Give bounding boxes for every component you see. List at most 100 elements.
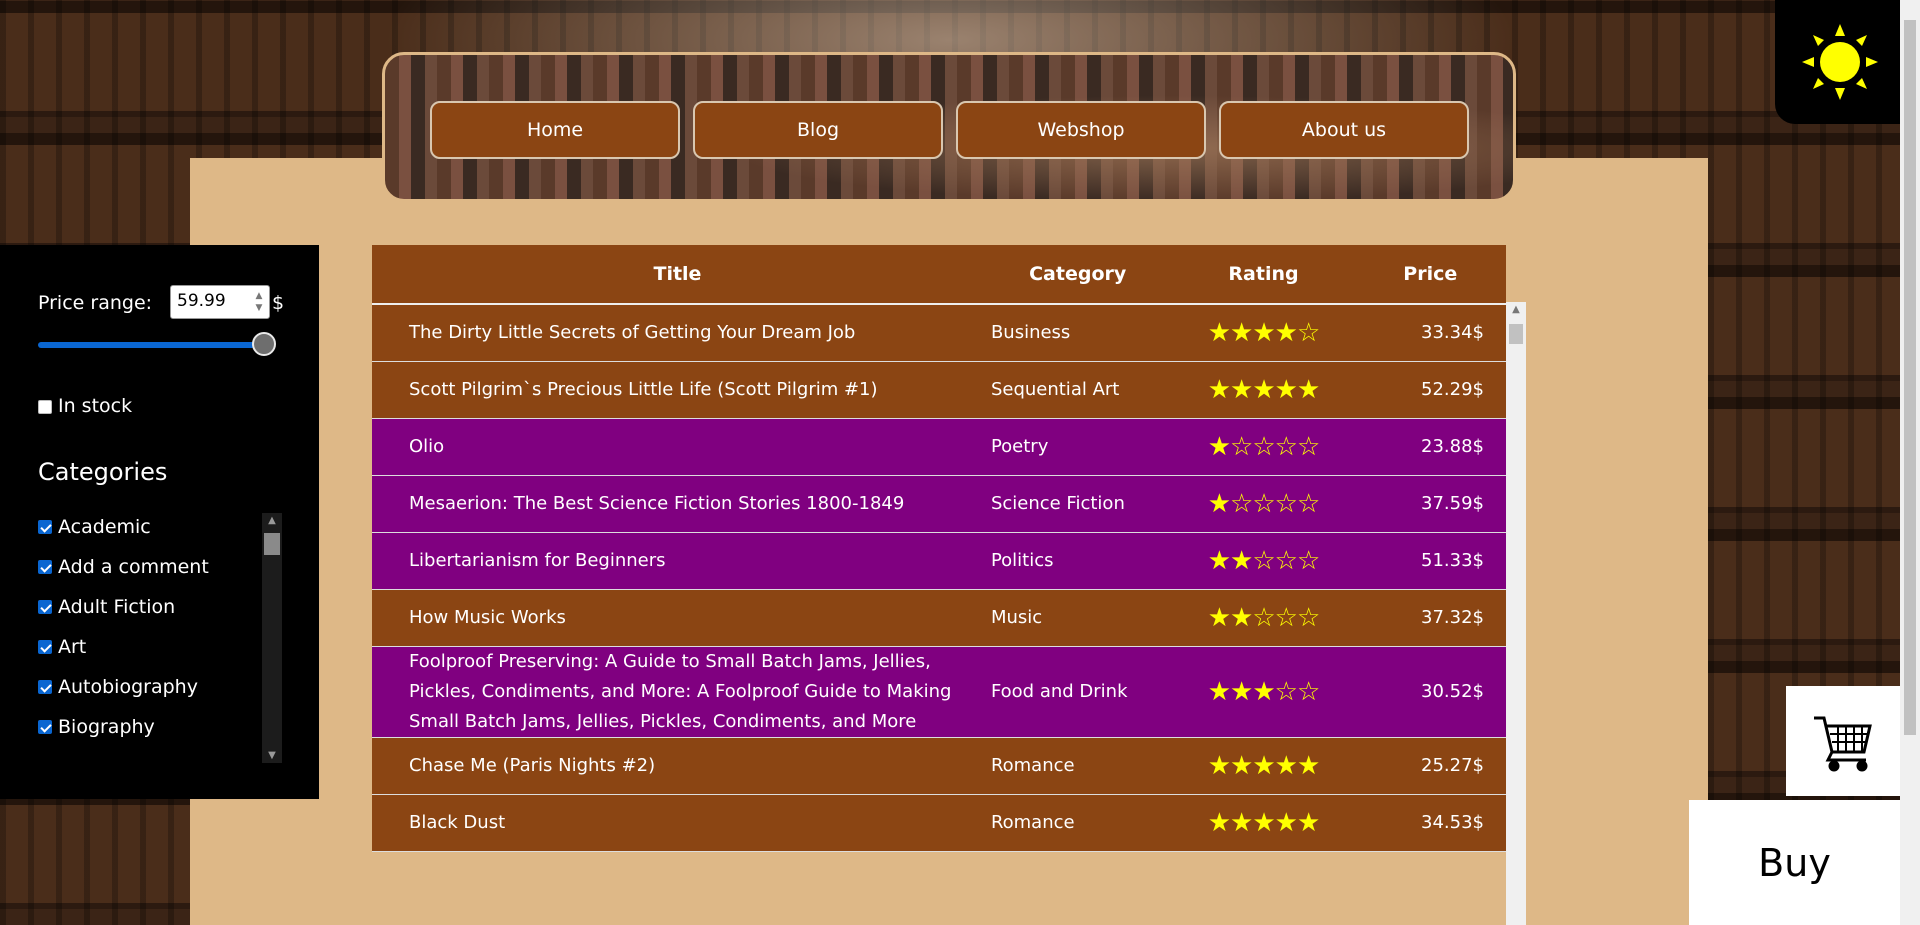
book-title: How Music Works bbox=[372, 589, 983, 647]
table-scrollbar[interactable]: ▲ bbox=[1506, 302, 1526, 925]
theme-toggle-button[interactable] bbox=[1775, 0, 1905, 124]
table-row[interactable]: Black Dust Romance ★★★★★ 34.53$ bbox=[372, 794, 1506, 852]
book-category: Romance bbox=[982, 794, 1173, 852]
star-rating-icon: ★★☆☆☆ bbox=[1207, 545, 1321, 576]
table-row[interactable]: Mesaerion: The Best Science Fiction Stor… bbox=[372, 475, 1506, 533]
book-rating: ★★★★★ bbox=[1172, 794, 1355, 852]
book-category: Politics bbox=[982, 532, 1173, 590]
book-title: Libertarianism for Beginners bbox=[372, 532, 983, 590]
book-price: 51.33$ bbox=[1354, 532, 1506, 590]
book-category: Science Fiction bbox=[982, 475, 1173, 533]
book-rating: ★☆☆☆☆ bbox=[1172, 418, 1355, 476]
price-slider-track[interactable] bbox=[38, 342, 264, 348]
price-range-label: Price range: bbox=[38, 292, 153, 314]
book-category: Business bbox=[982, 304, 1173, 362]
buy-button[interactable]: Buy bbox=[1689, 800, 1900, 925]
category-item-adult-fiction[interactable]: Adult Fiction bbox=[38, 587, 278, 627]
book-title: Mesaerion: The Best Science Fiction Stor… bbox=[372, 475, 983, 533]
book-price: 34.53$ bbox=[1354, 794, 1506, 852]
table-row[interactable]: Foolproof Preserving: A Guide to Small B… bbox=[372, 646, 1506, 738]
book-title: The Dirty Little Secrets of Getting Your… bbox=[372, 304, 983, 362]
category-scroll-thumb[interactable] bbox=[264, 533, 280, 555]
table-row[interactable]: Chase Me (Paris Nights #2) Romance ★★★★★ 25… bbox=[372, 737, 1506, 795]
book-price: 23.88$ bbox=[1354, 418, 1506, 476]
book-title: Foolproof Preserving: A Guide to Small B… bbox=[372, 646, 983, 738]
star-rating-icon: ★★★★★ bbox=[1207, 374, 1321, 405]
category-checkbox[interactable] bbox=[38, 720, 52, 734]
table-row[interactable]: How Music Works Music ★★☆☆☆ 37.32$ bbox=[372, 589, 1506, 647]
cart-button[interactable] bbox=[1786, 686, 1900, 796]
book-price: 37.32$ bbox=[1354, 589, 1506, 647]
currency-label: $ bbox=[272, 292, 285, 314]
table-row[interactable]: Olio Poetry ★☆☆☆☆ 23.88$ bbox=[372, 418, 1506, 476]
table-scroll-thumb[interactable] bbox=[1509, 324, 1523, 344]
filter-sidebar: Price range: 59.99 ▲ ▼ $ In stock Categor… bbox=[0, 245, 319, 799]
books-table-container: Title Category Rating Price The Dirty Li… bbox=[372, 245, 1506, 925]
book-price: 30.52$ bbox=[1354, 646, 1506, 738]
book-title: Olio bbox=[372, 418, 983, 476]
categories-heading: Categories bbox=[38, 458, 168, 486]
book-category: Sequential Art bbox=[982, 361, 1173, 419]
in-stock-label: In stock bbox=[58, 395, 133, 417]
book-rating: ★★☆☆☆ bbox=[1172, 589, 1355, 647]
category-item-art[interactable]: Art bbox=[38, 627, 278, 667]
column-header-price[interactable]: Price bbox=[1354, 245, 1506, 305]
scroll-up-icon[interactable]: ▲ bbox=[262, 515, 282, 526]
category-item-autobiography[interactable]: Autobiography bbox=[38, 667, 278, 707]
column-header-category[interactable]: Category bbox=[982, 245, 1173, 305]
nav-blog-button[interactable]: Blog bbox=[693, 101, 943, 159]
category-label: Biography bbox=[58, 716, 155, 738]
book-rating: ★★★★★ bbox=[1172, 737, 1355, 795]
category-scrollbar[interactable]: ▲ ▼ bbox=[262, 513, 282, 763]
star-rating-icon: ★★★★★ bbox=[1207, 807, 1321, 838]
category-checkbox[interactable] bbox=[38, 600, 52, 614]
in-stock-checkbox[interactable] bbox=[38, 399, 52, 414]
book-title: Black Dust bbox=[372, 794, 983, 852]
table-row[interactable]: Scott Pilgrim`s Precious Little Life (Sc… bbox=[372, 361, 1506, 419]
book-price: 33.34$ bbox=[1354, 304, 1506, 362]
nav-home-button[interactable]: Home bbox=[430, 101, 680, 159]
scroll-down-icon[interactable]: ▼ bbox=[262, 750, 282, 761]
in-stock-filter[interactable]: In stock bbox=[38, 395, 132, 417]
category-label: Adult Fiction bbox=[58, 596, 176, 618]
nav-webshop-button[interactable]: Webshop bbox=[956, 101, 1206, 159]
category-label: Autobiography bbox=[58, 676, 198, 698]
book-rating: ★☆☆☆☆ bbox=[1172, 475, 1355, 533]
book-rating: ★★★★★ bbox=[1172, 361, 1355, 419]
category-label: Add a comment bbox=[58, 556, 209, 578]
category-checkbox[interactable] bbox=[38, 640, 52, 654]
book-title: Scott Pilgrim`s Precious Little Life (Sc… bbox=[372, 361, 983, 419]
book-rating: ★★☆☆☆ bbox=[1172, 532, 1355, 590]
book-title: Chase Me (Paris Nights #2) bbox=[372, 737, 983, 795]
page-scrollbar[interactable] bbox=[1900, 0, 1920, 925]
column-header-title[interactable]: Title bbox=[372, 245, 983, 305]
category-label: Academic bbox=[58, 516, 151, 538]
book-category: Food and Drink bbox=[982, 646, 1173, 738]
table-row[interactable]: Libertarianism for Beginners Politics ★★☆☆… bbox=[372, 532, 1506, 590]
star-rating-icon: ★★★★☆ bbox=[1207, 317, 1321, 348]
main-navigation: Home Blog Webshop About us bbox=[382, 52, 1516, 202]
sun-icon bbox=[1802, 24, 1878, 100]
category-item-add-a-comment[interactable]: Add a comment bbox=[38, 547, 278, 587]
book-category: Poetry bbox=[982, 418, 1173, 476]
nav-about-button[interactable]: About us bbox=[1219, 101, 1469, 159]
spinner-arrows-icon[interactable]: ▲ ▼ bbox=[253, 290, 265, 314]
category-item-biography[interactable]: Biography bbox=[38, 707, 278, 747]
category-checkbox[interactable] bbox=[38, 520, 52, 534]
category-checkbox[interactable] bbox=[38, 680, 52, 694]
scroll-up-icon[interactable]: ▲ bbox=[1506, 304, 1526, 315]
price-value: 59.99 bbox=[177, 291, 226, 311]
book-price: 37.59$ bbox=[1354, 475, 1506, 533]
price-range-input[interactable]: 59.99 ▲ ▼ bbox=[170, 285, 270, 319]
price-slider-thumb[interactable] bbox=[252, 332, 276, 356]
column-header-rating[interactable]: Rating bbox=[1172, 245, 1355, 305]
page-scroll-thumb[interactable] bbox=[1904, 20, 1916, 735]
cart-icon bbox=[1814, 716, 1872, 772]
category-checkbox[interactable] bbox=[38, 560, 52, 574]
table-row[interactable]: The Dirty Little Secrets of Getting Your… bbox=[372, 304, 1506, 362]
books-table: Title Category Rating Price The Dirty Li… bbox=[372, 245, 1506, 852]
star-rating-icon: ★★★☆☆ bbox=[1207, 676, 1321, 707]
category-label: Art bbox=[58, 636, 87, 658]
book-rating: ★★★★☆ bbox=[1172, 304, 1355, 362]
category-item-academic[interactable]: Academic bbox=[38, 507, 278, 547]
